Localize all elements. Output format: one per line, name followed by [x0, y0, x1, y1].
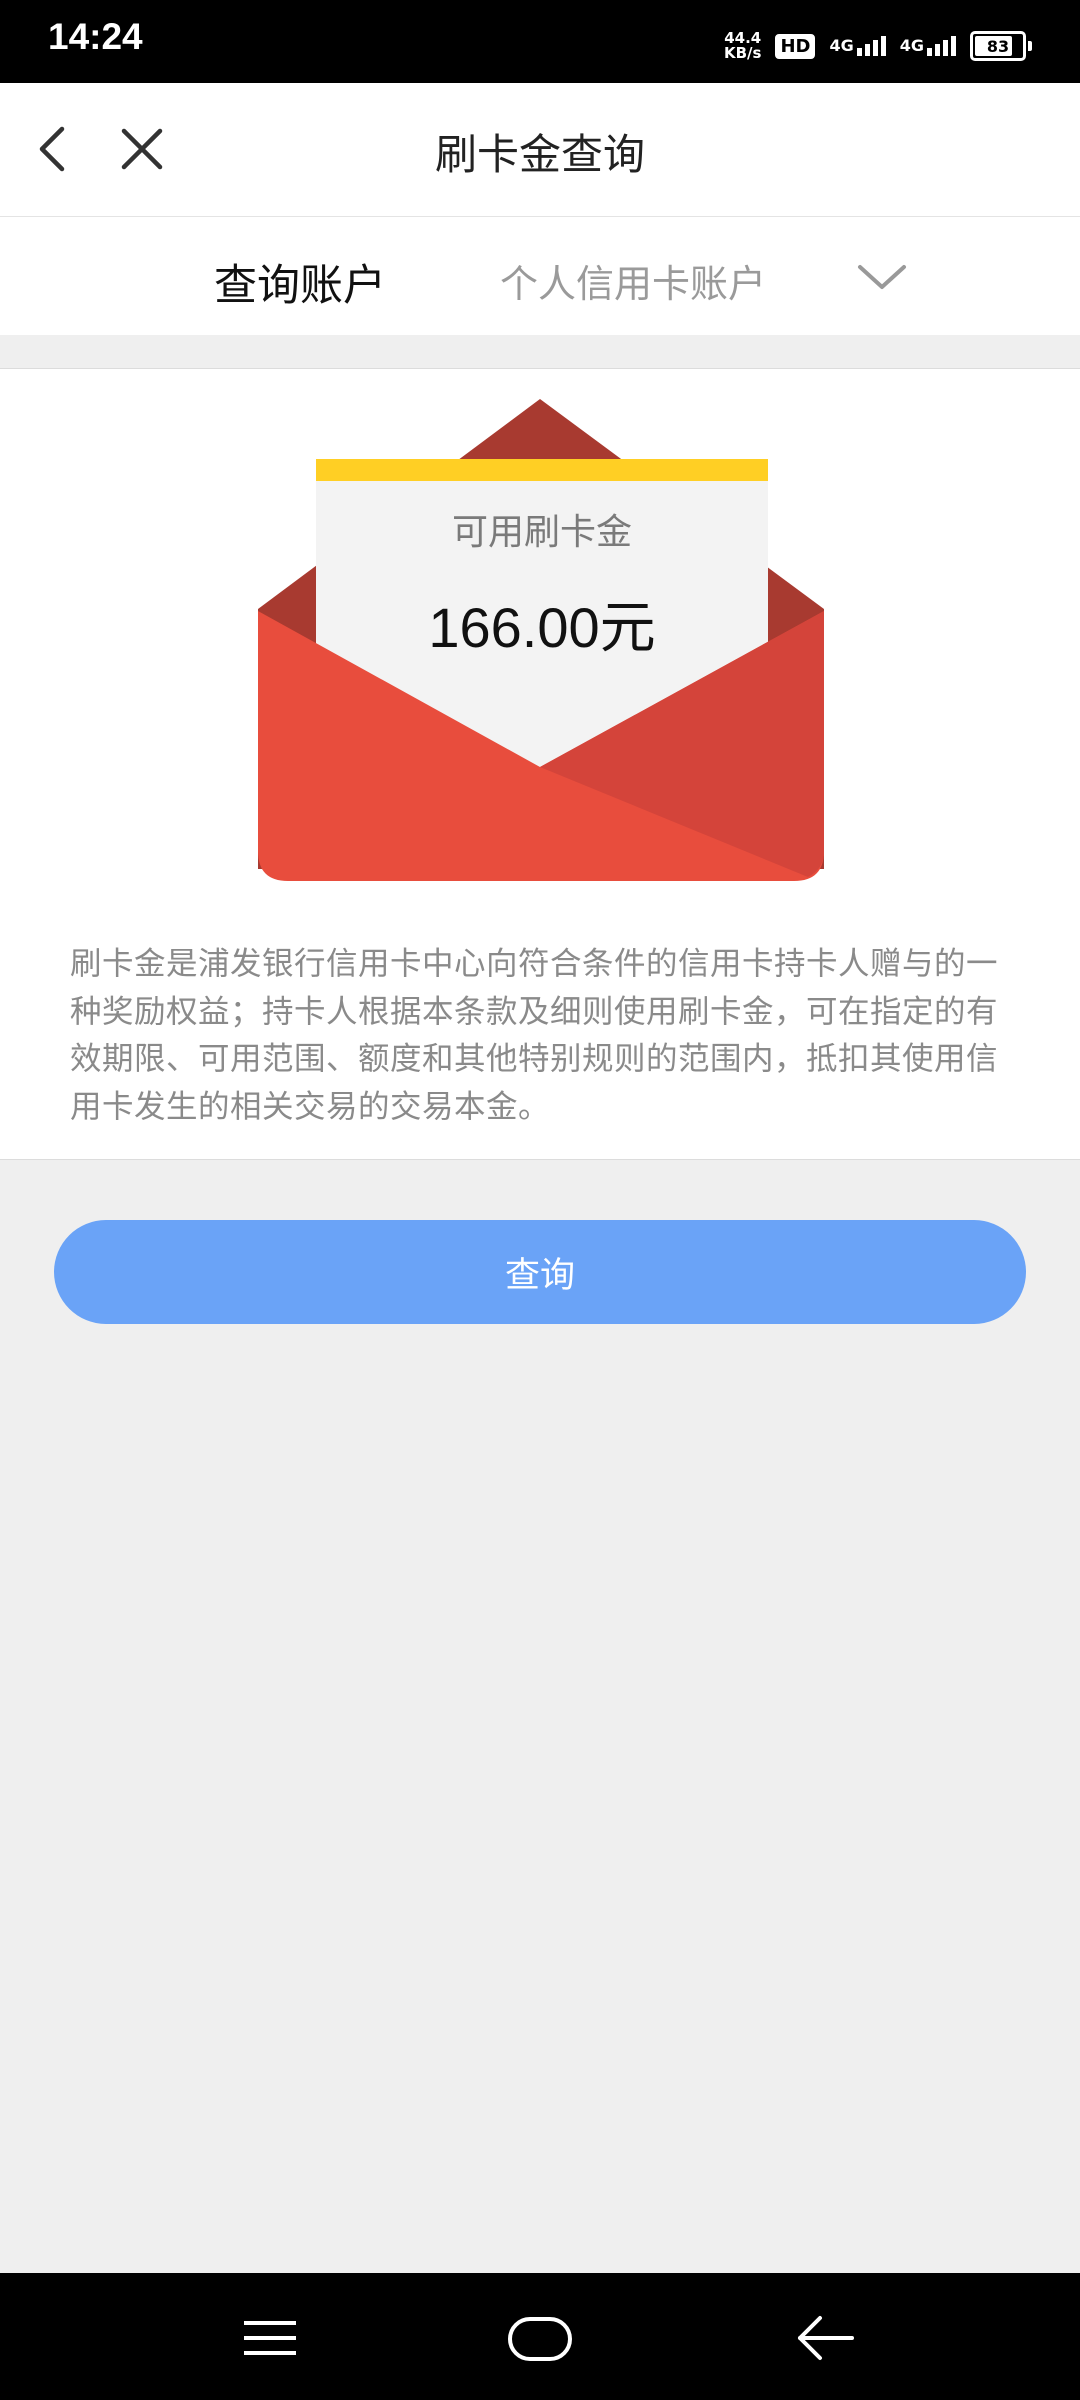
menu-icon [244, 2321, 296, 2355]
system-back-button[interactable] [786, 2303, 866, 2373]
account-dropdown-toggle[interactable] [852, 247, 912, 307]
balance-card: 可用刷卡金 166.00元 刷卡金是浦发银行信用卡中心向符合条件的信用卡持卡人赠… [0, 368, 1080, 1160]
menu-button[interactable] [230, 2303, 310, 2373]
balance-letter: 可用刷卡金 166.00元 [316, 399, 768, 699]
sim1-label: 4G [829, 36, 854, 55]
back-arrow-icon [798, 2316, 854, 2360]
network-speed-unit: KB/s [723, 44, 762, 62]
status-bar: 14:24 44.4 KB/s HD 4G 4G 83 [0, 0, 1080, 83]
description-text: 刷卡金是浦发银行信用卡中心向符合条件的信用卡持卡人赠与的一种奖励权益；持卡人根据… [70, 946, 999, 1125]
query-button[interactable]: 查询 [54, 1220, 1026, 1324]
battery-level: 83 [986, 36, 1010, 56]
nav-header: 刷卡金查询 [0, 83, 1080, 217]
page-title: 刷卡金查询 [434, 130, 645, 179]
account-value[interactable]: 个人信用卡账户 [500, 253, 766, 308]
sim2-label: 4G [899, 36, 924, 55]
account-label: 查询账户 [214, 261, 386, 311]
home-button[interactable] [500, 2303, 580, 2373]
network-speed: 44.4 KB/s [724, 31, 761, 61]
status-time: 14:24 [48, 16, 143, 57]
account-selector[interactable]: 查询账户 个人信用卡账户 [0, 217, 1080, 335]
battery-icon: 83 [970, 31, 1032, 61]
system-nav-bar [0, 2273, 1080, 2400]
status-icons: 44.4 KB/s HD 4G 4G 83 [724, 26, 1032, 66]
signal-icon-2: 4G [900, 36, 956, 56]
balance-label: 可用刷卡金 [451, 512, 632, 553]
chevron-down-icon [858, 265, 906, 289]
balance-amount: 166.00元 [428, 596, 656, 659]
hd-icon: HD [775, 33, 816, 59]
home-icon [508, 2317, 572, 2361]
signal-icon: 4G [829, 36, 886, 56]
